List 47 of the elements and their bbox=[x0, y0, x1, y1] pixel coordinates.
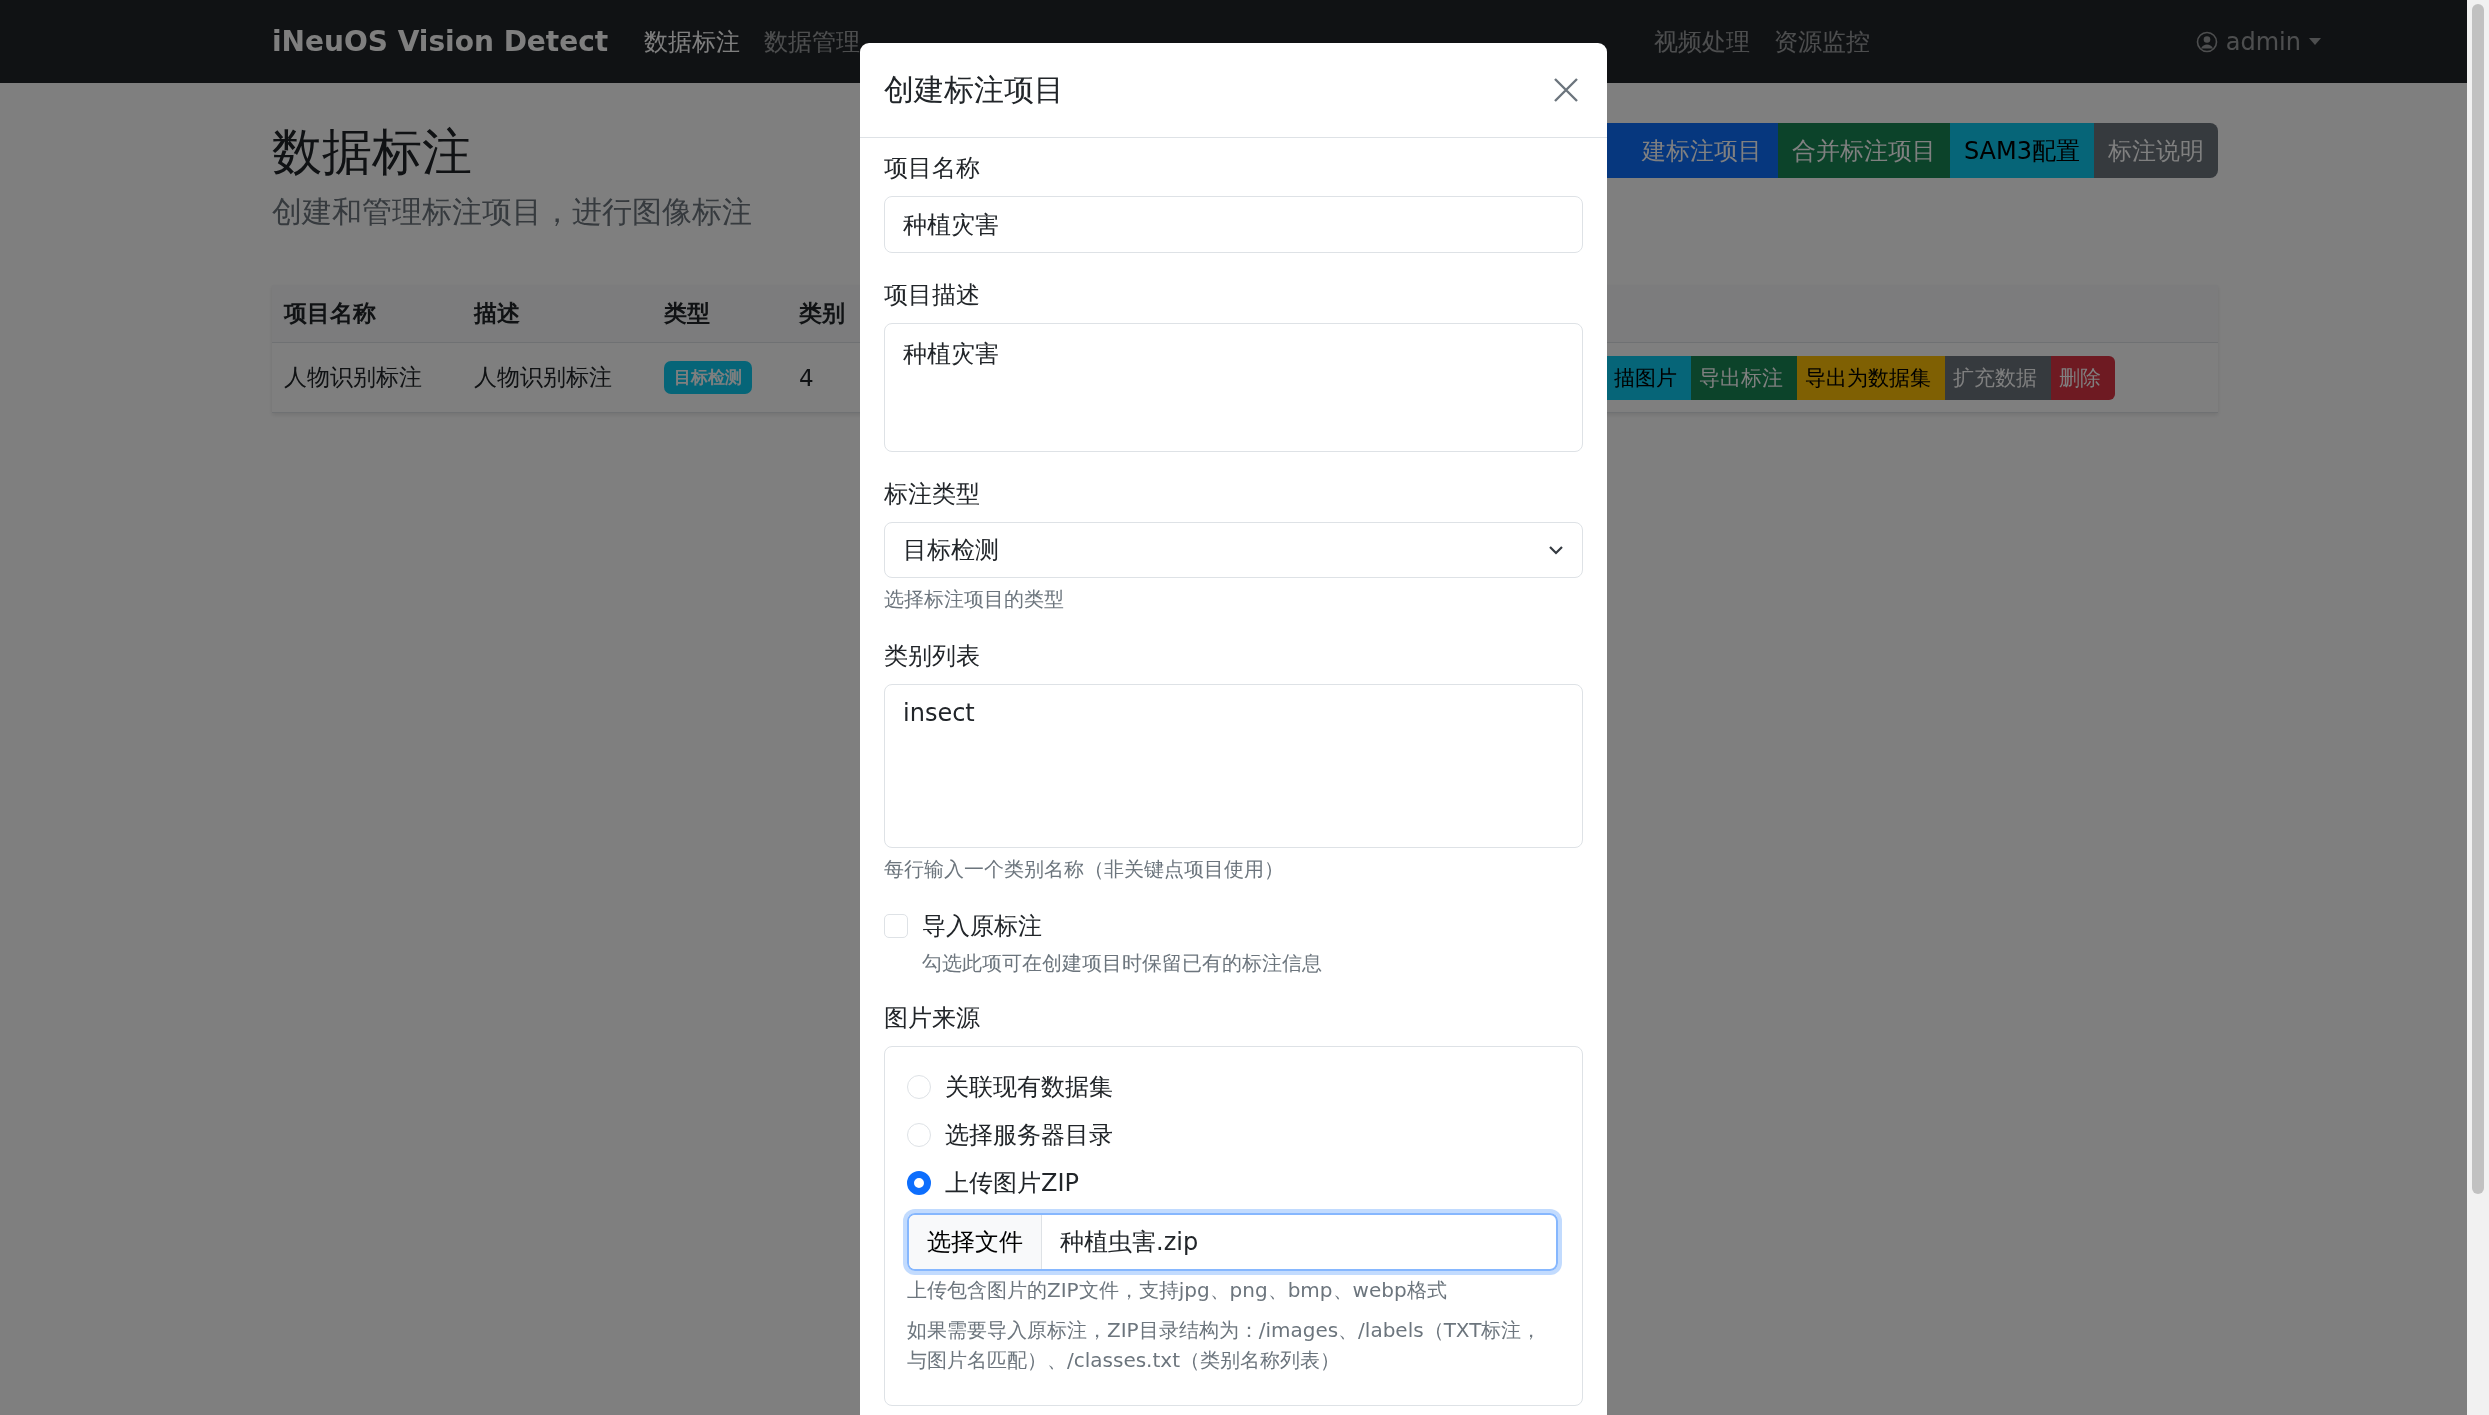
choose-file-button[interactable]: 选择文件 bbox=[909, 1215, 1042, 1269]
brand-name: iNeuOS Vision Detect bbox=[272, 25, 609, 58]
help-text: 选择标注项目的类型 bbox=[884, 586, 1065, 613]
checkbox-label: 导入原标注 bbox=[922, 911, 1042, 942]
help-text: 上传包含图片的ZIP文件，支持jpg、png、bmp、webp格式 bbox=[907, 1277, 1448, 1304]
field-label: 项目描述 bbox=[884, 280, 981, 311]
action-button[interactable]: 标注说明 bbox=[2094, 123, 2218, 178]
column-header: 项目名称 bbox=[282, 299, 377, 328]
caret-icon bbox=[2309, 38, 2321, 45]
field-label: 标注类型 bbox=[884, 479, 981, 510]
page-title: 数据标注 bbox=[272, 122, 473, 183]
scrollbar[interactable] bbox=[2467, 0, 2489, 1415]
field-label: 项目名称 bbox=[884, 153, 981, 184]
radio-label: 关联现有数据集 bbox=[945, 1072, 1113, 1103]
row-action-button[interactable]: 导出标注 bbox=[1691, 355, 1797, 400]
row-action-button[interactable]: 删除 bbox=[2051, 355, 2115, 400]
help-text: 勾选此项可在创建项目时保留已有的标注信息 bbox=[921, 950, 1323, 977]
help-text: 如果需要导入原标注，ZIP目录结构为：/images、/labels（TXT标注，与图片名匹配）、/classes.txt（类别名称列表） bbox=[907, 1317, 1543, 1374]
action-button[interactable]: 合并标注项目 bbox=[1777, 123, 1950, 178]
dialog-title: 创建标注项目 bbox=[884, 70, 1064, 109]
checkbox[interactable] bbox=[884, 914, 908, 938]
textarea-field[interactable]: insect bbox=[884, 684, 1583, 848]
radio-label: 选择服务器目录 bbox=[945, 1120, 1113, 1151]
help-text: 每行输入一个类别名称（非关键点项目使用） bbox=[884, 856, 1285, 883]
column-header: 描述 bbox=[472, 299, 521, 328]
table-cell-text: 人物识别标注 bbox=[473, 363, 613, 392]
chevron-icon bbox=[1548, 545, 1564, 555]
page-subtitle: 创建和管理标注项目，进行图像标注 bbox=[272, 193, 752, 231]
action-button[interactable]: SAM3配置 bbox=[1949, 123, 2094, 178]
close-icon bbox=[1553, 77, 1579, 103]
column-header: 类型 bbox=[663, 299, 711, 328]
radio-label: 上传图片ZIP bbox=[945, 1168, 1079, 1199]
radio-button[interactable] bbox=[907, 1171, 931, 1195]
row-action-button[interactable]: 扩充数据 bbox=[1945, 355, 2051, 400]
table-cell-text: 人物识别标注 bbox=[283, 363, 423, 392]
text-input[interactable]: 种植灾害 bbox=[884, 196, 1583, 253]
table-cell-text: 4 bbox=[798, 364, 814, 391]
file-name: 种植虫害.zip bbox=[1059, 1227, 1200, 1258]
field-label: 类别列表 bbox=[884, 641, 981, 672]
nav-link[interactable]: 数据标注 bbox=[644, 25, 741, 58]
select-field[interactable]: 目标检测 bbox=[884, 522, 1583, 578]
scrollbar-thumb[interactable] bbox=[2472, 4, 2484, 1194]
textarea-field[interactable]: 种植灾害 bbox=[884, 323, 1583, 452]
field-label: 图片来源 bbox=[884, 1003, 981, 1034]
row-action-button[interactable]: 导出为数据集 bbox=[1797, 355, 1945, 400]
column-header: 类别 bbox=[798, 299, 846, 328]
type-badge: 目标检测 bbox=[664, 361, 752, 394]
